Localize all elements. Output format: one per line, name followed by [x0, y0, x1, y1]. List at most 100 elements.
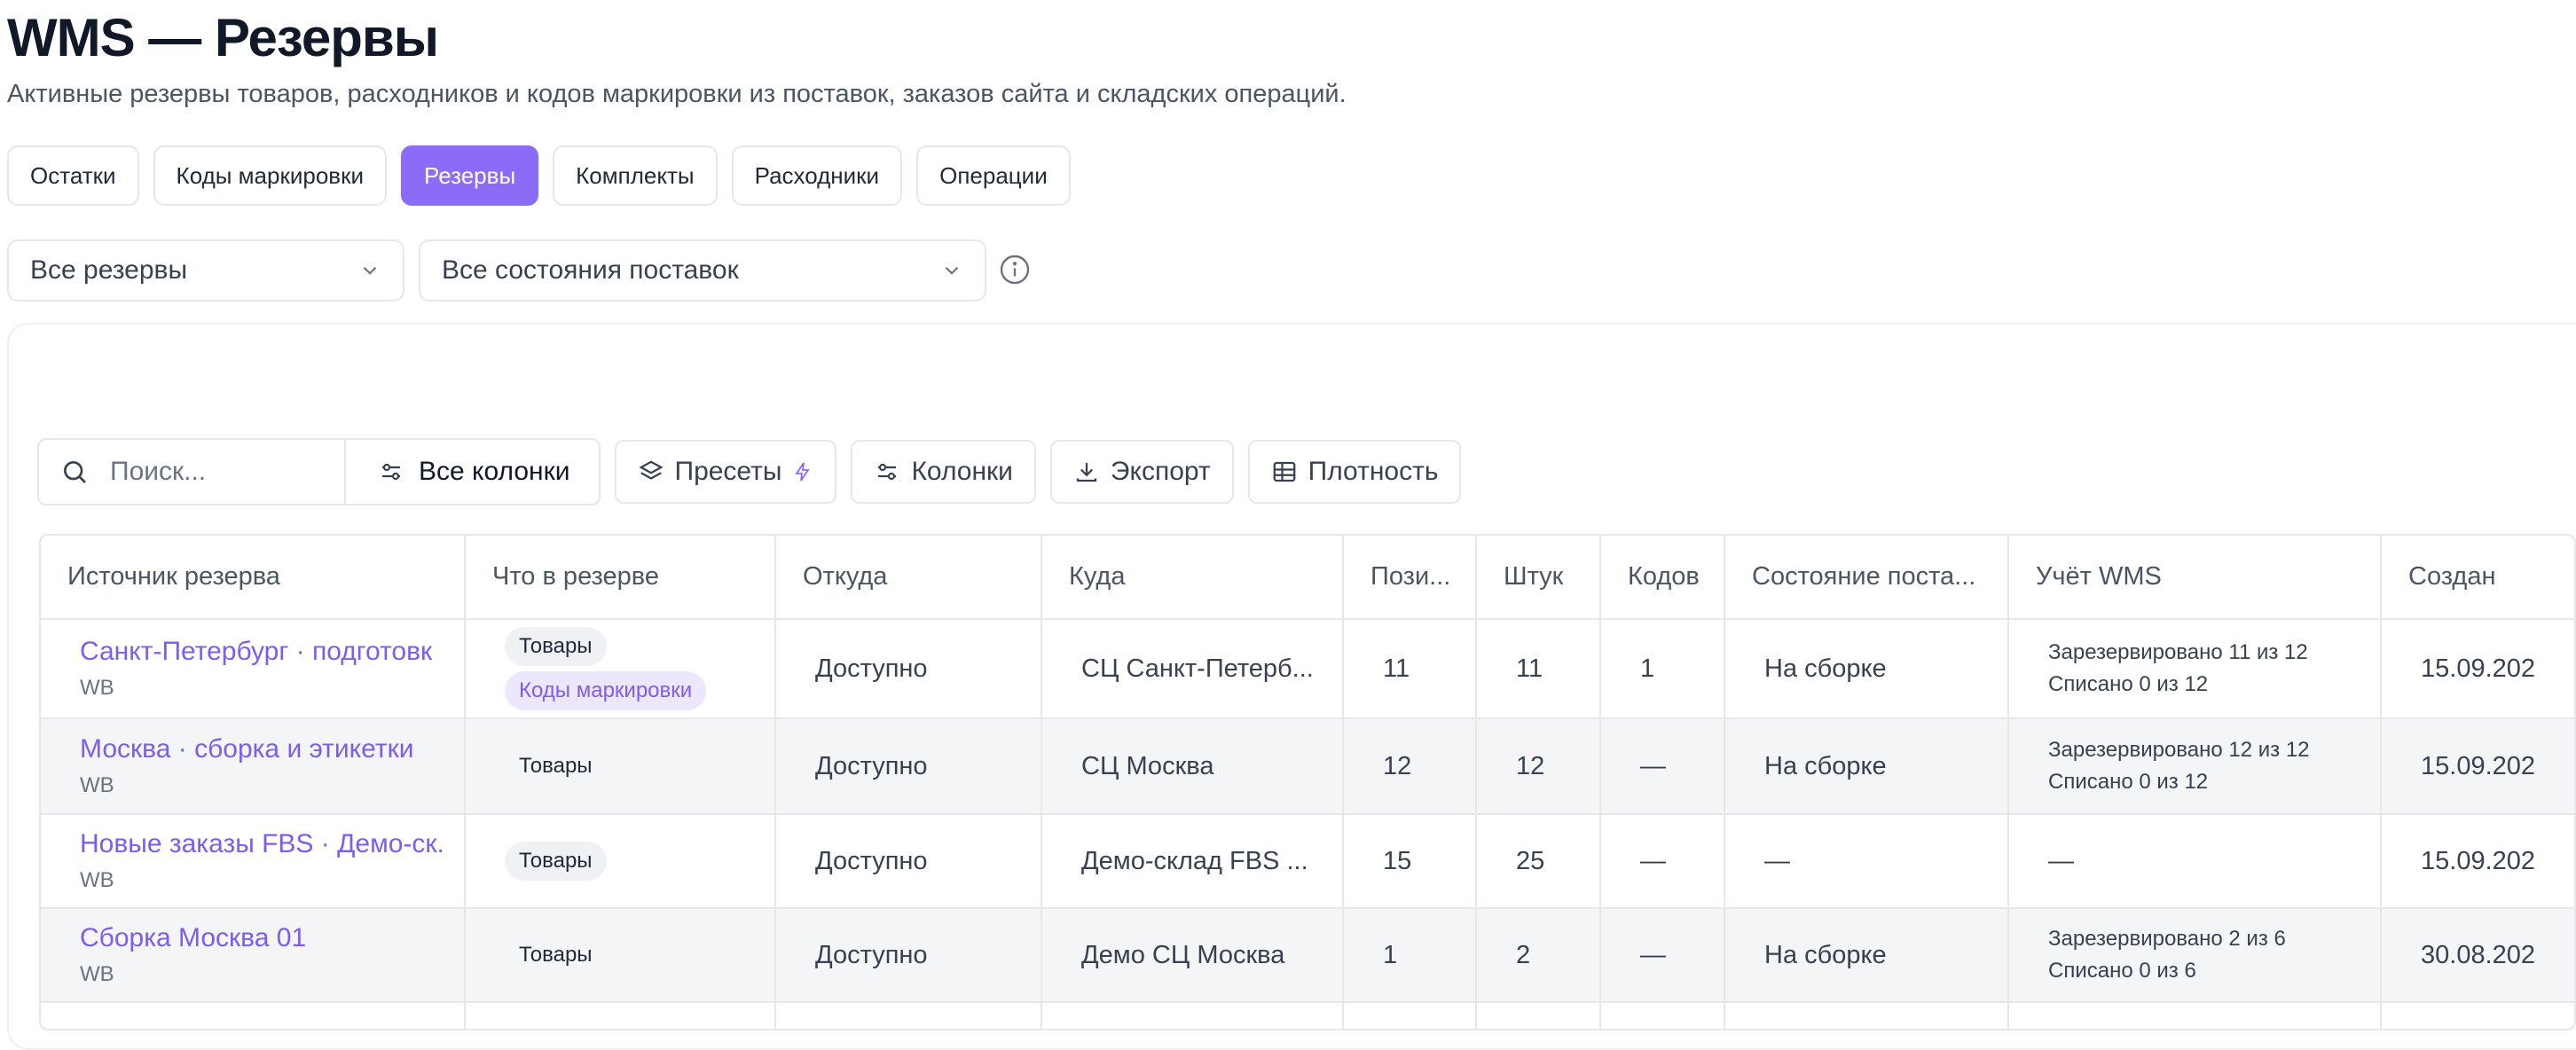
- table-row[interactable]: Москва · сборка и этикетки WB Товары Дос…: [41, 718, 2574, 815]
- wms-cell: Зарезервировано 2 из 6 Списано 0 из 6: [2008, 908, 2382, 1003]
- marketplace-label: WB: [80, 868, 114, 892]
- table-row[interactable]: [41, 1002, 2574, 1029]
- from-cell: Доступно: [775, 718, 1042, 815]
- search-box: [39, 440, 346, 504]
- tab-marking-codes[interactable]: Коды маркировки: [153, 145, 387, 206]
- pieces-cell: 12: [1476, 718, 1601, 815]
- from-cell: Доступно: [775, 619, 1042, 719]
- column-header-source[interactable]: Источник резерва: [41, 536, 466, 620]
- sliders-icon: [382, 463, 400, 481]
- empty-cell: [465, 1002, 776, 1029]
- supply-state-filter-select[interactable]: Все состояния поставок: [419, 239, 986, 302]
- search-icon: [64, 461, 86, 483]
- created-cell: 30.08.202: [2381, 908, 2574, 1003]
- source-cell: Новые заказы FBS · Демо-ск. WB: [41, 814, 466, 909]
- empty-cell: [2381, 1002, 2574, 1029]
- codes-cell: —: [1600, 908, 1725, 1003]
- positions-cell: 11: [1343, 619, 1477, 719]
- positions-cell: 15: [1343, 814, 1477, 909]
- marketplace-label: WB: [80, 962, 114, 986]
- source-cell: Санкт-Петербург · подготовк WB: [41, 619, 466, 719]
- tab-consumables[interactable]: Расходники: [731, 145, 903, 206]
- density-button[interactable]: Плотность: [1247, 440, 1462, 504]
- contents-cell: Товары Коды маркировки: [465, 619, 776, 719]
- positions-cell: 12: [1343, 718, 1477, 815]
- search-input[interactable]: [108, 456, 325, 488]
- to-cell: СЦ Москва: [1041, 718, 1344, 815]
- to-cell: Демо-склад FBS ...: [1041, 814, 1344, 909]
- codes-cell: 1: [1600, 619, 1725, 719]
- created-cell: 15.09.202: [2381, 619, 2574, 719]
- tab-kits[interactable]: Комплекты: [553, 145, 718, 206]
- from-cell: Доступно: [775, 908, 1042, 1003]
- tab-ostatki[interactable]: Остатки: [7, 145, 139, 206]
- empty-cell: [1041, 1002, 1344, 1029]
- tab-reserves[interactable]: Резервы: [401, 145, 539, 206]
- source-link[interactable]: Новые заказы FBS · Демо-ск.: [80, 829, 463, 859]
- tag-goods: Товары: [519, 943, 593, 967]
- tag-goods: Товары: [505, 842, 607, 881]
- empty-cell: [41, 1002, 466, 1029]
- column-header-positions[interactable]: Пози...: [1343, 536, 1477, 620]
- table-row[interactable]: Санкт-Петербург · подготовк WB Товары Ко…: [41, 619, 2574, 719]
- source-link[interactable]: Сборка Москва 01: [80, 923, 463, 953]
- page-subtitle: Активные резервы товаров, расходников и …: [7, 80, 1347, 108]
- column-header-from[interactable]: Откуда: [775, 536, 1042, 620]
- wms-reserved: Зарезервировано 11 из 12: [2048, 640, 2308, 664]
- column-header-supply-state[interactable]: Состояние поста...: [1724, 536, 2009, 620]
- source-cell: Сборка Москва 01 WB: [41, 908, 466, 1003]
- export-label: Экспорт: [1110, 457, 1211, 486]
- tag-goods: Товары: [505, 627, 607, 666]
- page-title: WMS — Резервы: [7, 8, 439, 67]
- reserve-filter-select[interactable]: Все резервы: [7, 239, 404, 302]
- empty-cell: [1343, 1002, 1477, 1029]
- codes-cell: —: [1600, 718, 1725, 815]
- supply-state-filter-value: Все состояния поставок: [442, 255, 739, 285]
- columns-button[interactable]: Колонки: [851, 440, 1036, 504]
- codes-cell: —: [1600, 814, 1725, 909]
- sliders-icon: [878, 463, 897, 481]
- empty-cell: [2008, 1002, 2382, 1029]
- empty-cell: [775, 1002, 1042, 1029]
- presets-button[interactable]: Пресеты: [614, 440, 837, 504]
- chevron-down-icon: [945, 266, 959, 275]
- search-group: Все колонки: [37, 438, 601, 505]
- tab-operations[interactable]: Операции: [916, 145, 1071, 206]
- reserves-table: Источник резерва Что в резерве Откуда Ку…: [41, 536, 2574, 1029]
- supply-state-cell: На сборке: [1724, 619, 2009, 719]
- column-header-created[interactable]: Создан: [2381, 536, 2574, 620]
- pieces-cell: 2: [1476, 908, 1601, 1003]
- table-row[interactable]: Сборка Москва 01 WB Товары Доступно Демо…: [41, 908, 2574, 1003]
- source-link[interactable]: Санкт-Петербург · подготовк: [80, 637, 463, 667]
- marketplace-label: WB: [80, 773, 114, 797]
- wms-written-off: Списано 0 из 6: [2048, 959, 2196, 983]
- pieces-cell: 11: [1476, 619, 1601, 719]
- density-label: Плотность: [1308, 457, 1439, 486]
- column-header-pieces[interactable]: Штук: [1476, 536, 1601, 620]
- column-header-codes[interactable]: Кодов: [1600, 536, 1725, 620]
- column-header-wms[interactable]: Учёт WMS: [2008, 536, 2382, 620]
- tabs: Остатки Коды маркировки Резервы Комплект…: [7, 145, 1071, 206]
- column-header-to[interactable]: Куда: [1041, 536, 1344, 620]
- tag-goods: Товары: [519, 754, 593, 778]
- table-row[interactable]: Новые заказы FBS · Демо-ск. WB Товары До…: [41, 814, 2574, 909]
- created-cell: 15.09.202: [2381, 814, 2574, 909]
- supply-state-cell: На сборке: [1724, 908, 2009, 1003]
- all-columns-button[interactable]: Все колонки: [346, 440, 599, 504]
- columns-label: Колонки: [911, 457, 1013, 486]
- table-grid-icon: [1273, 461, 1296, 482]
- table-toolbar: Все колонки Пресеты Колонки Экспорт Плот…: [37, 438, 1462, 505]
- export-button[interactable]: Экспорт: [1049, 440, 1234, 504]
- info-icon[interactable]: [999, 254, 1031, 286]
- pieces-cell: 25: [1476, 814, 1601, 909]
- empty-cell: [1476, 1002, 1601, 1029]
- table-header-row: Источник резерва Что в резерве Откуда Ку…: [41, 536, 2574, 620]
- reserves-table-container: Источник резерва Что в резерве Откуда Ку…: [39, 534, 2576, 1030]
- wms-cell: —: [2008, 814, 2382, 909]
- supply-state-cell: На сборке: [1724, 718, 2009, 815]
- wms-cell: Зарезервировано 12 из 12 Списано 0 из 12: [2008, 718, 2382, 815]
- column-header-contents[interactable]: Что в резерве: [465, 536, 776, 620]
- contents-cell: Товары: [465, 814, 776, 909]
- source-link[interactable]: Москва · сборка и этикетки: [80, 734, 463, 764]
- marketplace-label: WB: [80, 676, 114, 700]
